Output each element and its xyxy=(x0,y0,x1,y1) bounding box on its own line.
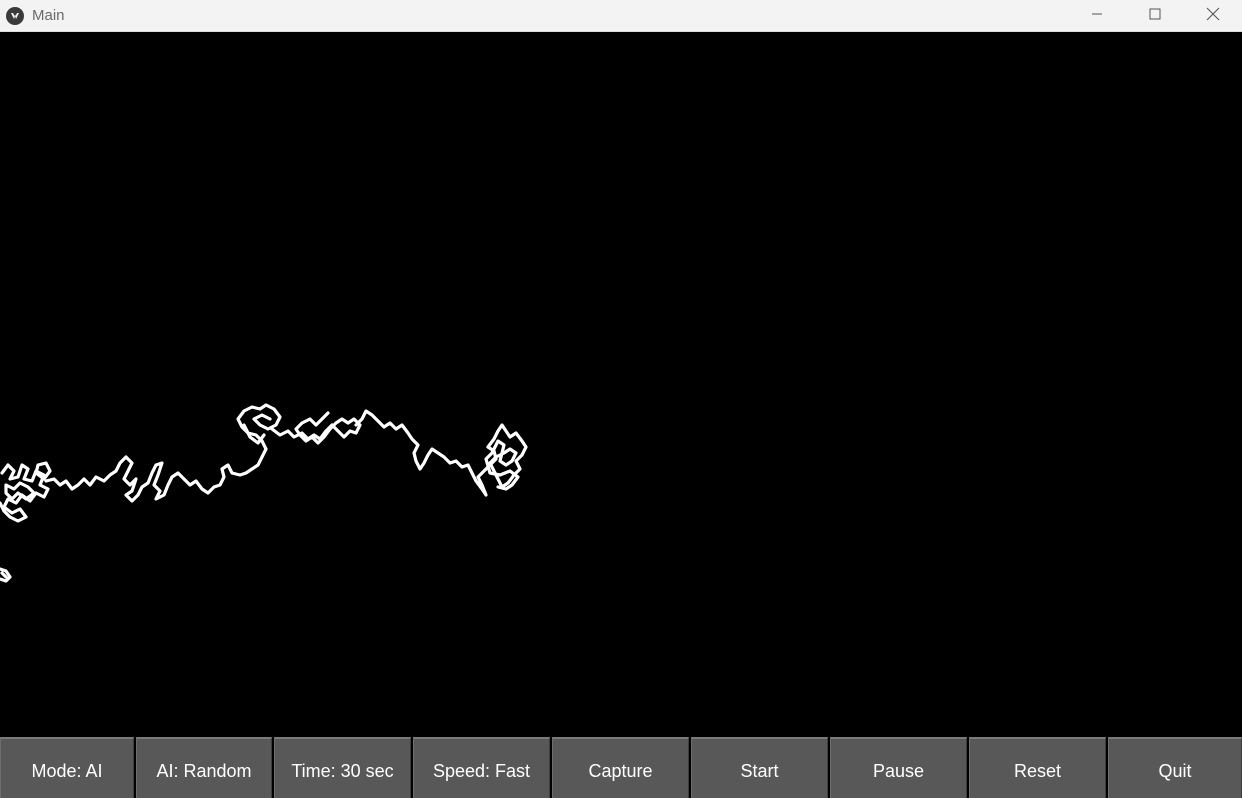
walk-segment xyxy=(44,439,268,503)
close-icon xyxy=(1206,7,1220,21)
app-logo-icon xyxy=(6,6,24,25)
minimize-icon xyxy=(1092,13,1102,15)
start-button[interactable]: Start xyxy=(691,737,828,798)
walk-segment xyxy=(0,567,12,583)
reset-button[interactable]: Reset xyxy=(969,737,1106,798)
bottom-toolbar: Mode: AI AI: Random Time: 30 sec Speed: … xyxy=(0,737,1242,798)
quit-button[interactable]: Quit xyxy=(1108,737,1242,798)
drawing-canvas[interactable] xyxy=(0,33,1242,737)
ai-button[interactable]: AI: Random xyxy=(136,737,272,798)
speed-button[interactable]: Speed: Fast xyxy=(413,737,550,798)
title-bar[interactable]: Main xyxy=(0,0,1242,32)
maximize-icon xyxy=(1149,8,1161,20)
minimize-button[interactable] xyxy=(1068,0,1126,28)
window-controls xyxy=(1068,0,1242,32)
walk-segment xyxy=(236,403,498,497)
time-button[interactable]: Time: 30 sec xyxy=(274,737,411,798)
window-title: Main xyxy=(32,7,65,24)
main-window: Main Mode: AI AI: Random Time: 30 sec Sp… xyxy=(0,0,1242,798)
capture-button[interactable]: Capture xyxy=(552,737,689,798)
pause-button[interactable]: Pause xyxy=(830,737,967,798)
close-button[interactable] xyxy=(1184,0,1242,28)
mode-button[interactable]: Mode: AI xyxy=(0,737,134,798)
random-walk-trace xyxy=(0,403,528,583)
walk-segment xyxy=(0,461,52,523)
walk-segment xyxy=(484,423,528,491)
maximize-button[interactable] xyxy=(1126,0,1184,28)
